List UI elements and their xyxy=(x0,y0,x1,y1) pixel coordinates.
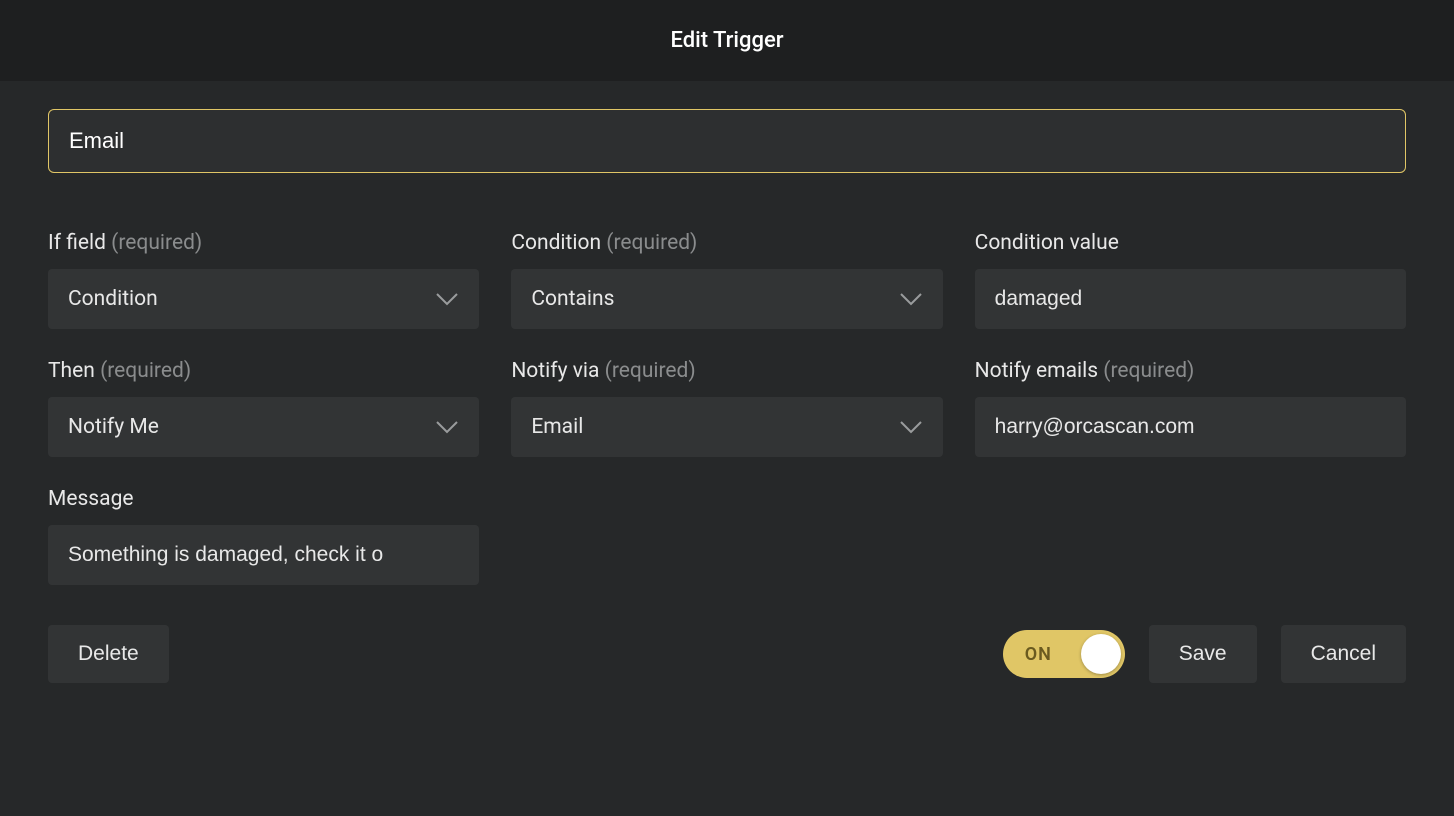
condition-select[interactable]: Contains xyxy=(511,269,942,329)
edit-trigger-modal: Edit Trigger If field (required) Conditi… xyxy=(0,0,1454,816)
condition-label: Condition (required) xyxy=(511,231,942,255)
notify-emails-required: (required) xyxy=(1103,359,1194,383)
notify-via-required: (required) xyxy=(605,359,696,383)
save-button[interactable]: Save xyxy=(1149,625,1257,683)
notify-via-label-text: Notify via xyxy=(511,359,599,383)
modal-footer: Delete ON Save Cancel xyxy=(48,625,1406,683)
enabled-toggle[interactable]: ON xyxy=(1003,630,1125,678)
form-grid: If field (required) Condition Condition … xyxy=(48,231,1406,457)
toggle-knob xyxy=(1081,634,1121,674)
chevron-down-icon xyxy=(435,420,459,434)
condition-required: (required) xyxy=(606,231,697,255)
notify-via-label: Notify via (required) xyxy=(511,359,942,383)
modal-title: Edit Trigger xyxy=(0,0,1454,81)
notify-via-value: Email xyxy=(531,415,583,439)
if-field-label-text: If field xyxy=(48,231,106,255)
condition-value: Contains xyxy=(531,287,614,311)
then-select[interactable]: Notify Me xyxy=(48,397,479,457)
if-field-label: If field (required) xyxy=(48,231,479,255)
notify-via-group: Notify via (required) Email xyxy=(511,359,942,457)
toggle-label: ON xyxy=(1025,644,1052,665)
then-group: Then (required) Notify Me xyxy=(48,359,479,457)
condition-label-text: Condition xyxy=(511,231,601,255)
message-group: Message xyxy=(48,487,479,585)
condition-value-group: Condition value xyxy=(975,231,1406,329)
if-field-value: Condition xyxy=(68,287,158,311)
message-label: Message xyxy=(48,487,479,511)
if-field-select[interactable]: Condition xyxy=(48,269,479,329)
condition-group: Condition (required) Contains xyxy=(511,231,942,329)
notify-emails-input[interactable] xyxy=(975,397,1406,457)
notify-emails-label-text: Notify emails xyxy=(975,359,1098,383)
modal-body: If field (required) Condition Condition … xyxy=(0,81,1454,816)
condition-value-label-text: Condition value xyxy=(975,231,1119,255)
trigger-name-input[interactable] xyxy=(48,109,1406,173)
chevron-down-icon xyxy=(899,420,923,434)
then-required: (required) xyxy=(100,359,191,383)
then-label: Then (required) xyxy=(48,359,479,383)
message-input[interactable] xyxy=(48,525,479,585)
cancel-button[interactable]: Cancel xyxy=(1281,625,1406,683)
delete-button[interactable]: Delete xyxy=(48,625,169,683)
if-field-required: (required) xyxy=(111,231,202,255)
condition-value-label: Condition value xyxy=(975,231,1406,255)
notify-emails-label: Notify emails (required) xyxy=(975,359,1406,383)
condition-value-input[interactable] xyxy=(975,269,1406,329)
notify-via-select[interactable]: Email xyxy=(511,397,942,457)
message-row: Message xyxy=(48,487,1406,585)
then-value: Notify Me xyxy=(68,415,159,439)
footer-right: ON Save Cancel xyxy=(1003,625,1406,683)
then-label-text: Then xyxy=(48,359,95,383)
if-field-group: If field (required) Condition xyxy=(48,231,479,329)
chevron-down-icon xyxy=(899,292,923,306)
chevron-down-icon xyxy=(435,292,459,306)
notify-emails-group: Notify emails (required) xyxy=(975,359,1406,457)
message-label-text: Message xyxy=(48,487,134,511)
